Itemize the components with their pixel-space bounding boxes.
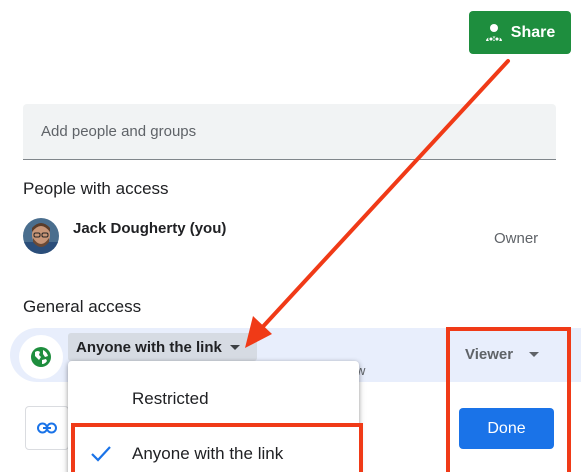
people-with-access-heading: People with access (23, 179, 169, 198)
person-name: Jack Dougherty (you) (73, 220, 227, 237)
general-access-select[interactable]: Anyone with the link (68, 333, 257, 361)
globe-icon (19, 335, 63, 379)
avatar (23, 218, 59, 254)
general-access-heading: General access (23, 297, 142, 316)
copy-link-button[interactable] (25, 406, 69, 450)
menu-item-restricted[interactable]: Restricted (68, 377, 359, 421)
add-people-input[interactable]: Add people and groups (23, 104, 556, 160)
share-button-label: Share (510, 23, 556, 41)
person-add-icon (485, 23, 502, 42)
share-dialog: Share Add people and groups People with … (0, 0, 581, 472)
menu-item-label: Restricted (132, 389, 209, 408)
annotation-box-anyone-option (71, 423, 363, 472)
share-button[interactable]: Share (469, 11, 571, 54)
add-people-placeholder: Add people and groups (41, 123, 197, 140)
person-role: Owner (494, 230, 539, 247)
annotation-box-viewer-done (446, 327, 571, 472)
chevron-down-icon (229, 344, 240, 350)
link-icon (37, 422, 57, 434)
general-access-selected: Anyone with the link (76, 338, 222, 356)
